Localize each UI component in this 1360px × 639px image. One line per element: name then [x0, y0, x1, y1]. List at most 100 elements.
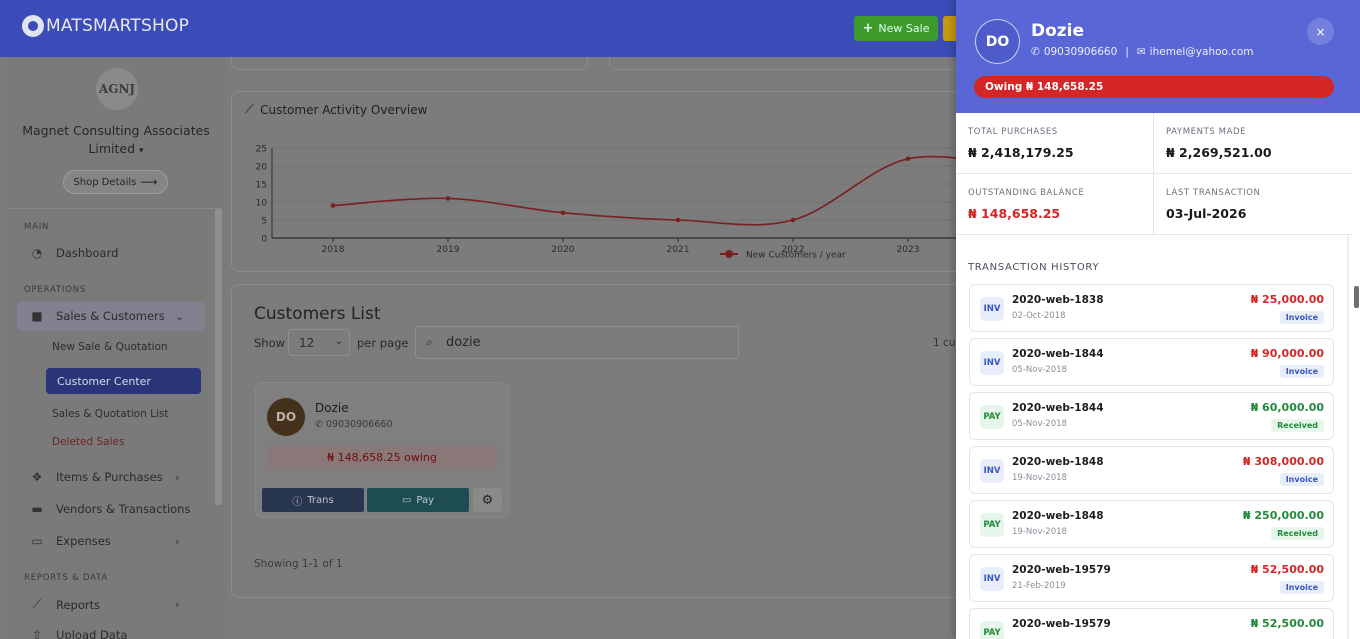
sidebar-item-label: Items & Purchases — [56, 470, 163, 484]
transaction-row[interactable]: INV 2020-web-19579 21-Feb-2019 ₦ 52,500.00 I… — [969, 554, 1334, 602]
transaction-row[interactable]: INV 2020-web-1848 19-Nov-2018 ₦ 308,000.00 I… — [969, 446, 1334, 494]
arrow-right-icon: ⟶ — [140, 175, 158, 189]
customer-phone: ✆ 09030906660 — [315, 419, 393, 430]
transaction-date: 02-Oct-2018 — [1012, 311, 1066, 321]
activity-chart-title: ⟋ Customer Activity Overview — [245, 102, 427, 117]
sidebar-item-reports[interactable]: ⟋ Reports — [30, 597, 100, 612]
transaction-date: 05-Nov-2018 — [1012, 419, 1067, 429]
customer-count-text: 1 cus — [933, 337, 957, 349]
sidebar-subitem-sales-quotation-list[interactable]: Sales & Quotation List — [52, 408, 169, 420]
phone-icon: ✆ — [315, 419, 323, 430]
chevron-right-icon[interactable]: › — [175, 471, 179, 484]
activity-title-text: Customer Activity Overview — [260, 102, 428, 117]
customer-search-input[interactable]: ⌕ dozie — [415, 326, 739, 359]
credit-card-icon: ▭ — [31, 534, 43, 548]
sidebar-item-expenses[interactable]: ▭ Expenses — [30, 534, 111, 548]
pay-button[interactable]: ▭ Pay — [367, 488, 469, 512]
transaction-row[interactable]: PAY 2020-web-1848 19-Nov-2018 ₦ 250,000.00 R… — [969, 500, 1334, 548]
transaction-ref: 2020-web-1848 — [1012, 510, 1104, 522]
new-sale-button[interactable]: + New Sale — [854, 16, 938, 41]
data-point — [445, 196, 451, 201]
transactions-button[interactable]: ⓘ Trans — [262, 488, 364, 512]
sidebar-item-label: Expenses — [56, 534, 111, 548]
transaction-type-tag: INV — [980, 459, 1004, 483]
transaction-row[interactable]: INV 2020-web-1844 05-Nov-2018 ₦ 90,000.00 In… — [969, 338, 1334, 386]
chevron-right-icon[interactable]: › — [175, 535, 179, 548]
sidebar-item-label: Reports — [56, 597, 101, 612]
stat-outstanding-balance: OUTSTANDING BALANCE ₦ 148,658.25 — [956, 174, 1154, 235]
sidebar-item-items-purchases[interactable]: ❖ Items & Purchases — [30, 470, 163, 484]
sidebar-item-label: Sales & Customers — [56, 309, 165, 323]
sidebar-subitem-customer-center[interactable]: Customer Center — [46, 368, 201, 394]
dashboard-icon: ◔ — [31, 246, 43, 260]
transaction-ref: 2020-web-1838 — [1012, 294, 1104, 306]
per-page-label: per page — [357, 336, 409, 350]
sidebar-item-vendors-transactions[interactable]: ▬ Vendors & Transactions — [30, 502, 190, 516]
per-page-select[interactable]: 12 ⌄ — [288, 329, 350, 356]
data-point — [560, 210, 566, 216]
transaction-date: 05-Nov-2018 — [1012, 365, 1067, 375]
transaction-ref: 2020-web-1844 — [1012, 348, 1104, 360]
data-point — [330, 203, 336, 208]
sidebar-item-label: Vendors & Transactions — [56, 502, 191, 516]
org-name-selector[interactable]: Magnet Consulting Associates Limited ▾ — [20, 122, 212, 160]
panel-scrollbar[interactable] — [1354, 286, 1359, 308]
section-reports: REPORTS & DATA — [24, 573, 109, 583]
sidebar-item-label: Dashboard — [56, 246, 119, 260]
transaction-history-title: TRANSACTION HISTORY — [968, 262, 1100, 273]
transaction-type-tag: INV — [980, 351, 1004, 375]
sidebar-item-dashboard[interactable]: ◔ Dashboard — [30, 246, 119, 260]
stat-last-transaction: LAST TRANSACTION 03-Jul-2026 — [1154, 174, 1352, 235]
sidebar-item-upload-data[interactable]: ⇧ Upload Data — [30, 628, 127, 639]
search-value: dozie — [446, 335, 481, 350]
upload-icon: ⇧ — [31, 628, 43, 639]
envelope-icon: ✉ — [1136, 46, 1146, 58]
transaction-amount: ₦ 60,000.00 — [1250, 401, 1324, 414]
sidebar-subitem-new-sale-quotation[interactable]: New Sale & Quotation — [52, 341, 168, 353]
sidebar-item-sales-customers[interactable]: ■ Sales & Customers — [30, 309, 165, 323]
data-point — [790, 217, 796, 223]
transaction-row[interactable]: PAY 2020-web-1844 05-Nov-2018 ₦ 60,000.00 Re… — [969, 392, 1334, 440]
gear-icon: ⚙ — [481, 492, 494, 508]
shop-details-label: Shop Details — [73, 176, 137, 188]
sidebar-divider — [8, 208, 215, 209]
x-tick-label: 2018 — [322, 245, 345, 255]
new-sale-label: New Sale — [878, 22, 930, 35]
transaction-amount: ₦ 250,000.00 — [1242, 509, 1324, 522]
phone-icon: ✆ — [1031, 46, 1040, 58]
transaction-row[interactable]: PAY 2020-web-19579 ₦ 52,500.00 — [969, 608, 1334, 639]
transaction-date: 19-Nov-2018 — [1012, 473, 1067, 483]
stats-divider — [1153, 113, 1154, 235]
panel-scroll-track — [1347, 235, 1349, 639]
panel-email[interactable]: ihemel@yahoo.com — [1150, 46, 1254, 58]
sidebar-subitem-deleted-sales[interactable]: Deleted Sales — [52, 436, 124, 448]
stat-value: ₦ 148,658.25 — [968, 206, 1061, 221]
y-tick-label: 10 — [256, 199, 268, 209]
customer-avatar: DO — [267, 398, 305, 436]
stat-label: PAYMENTS MADE — [1166, 127, 1247, 137]
transaction-amount: ₦ 90,000.00 — [1250, 347, 1324, 360]
transactions-label: Trans — [307, 494, 334, 506]
panel-customer-name: Dozie — [1031, 21, 1085, 41]
shop-details-button[interactable]: Shop Details ⟶ — [63, 170, 168, 194]
panel-avatar: DO — [975, 19, 1020, 64]
show-label: Show — [254, 336, 286, 350]
close-button[interactable]: × — [1307, 18, 1334, 45]
transaction-amount: ₦ 25,000.00 — [1250, 293, 1324, 306]
y-tick-label: 0 — [261, 235, 267, 245]
chevron-right-icon[interactable]: › — [175, 598, 179, 611]
transaction-type-tag: PAY — [980, 621, 1004, 639]
settings-button[interactable]: ⚙ — [473, 488, 502, 512]
data-point — [905, 156, 911, 162]
transaction-row[interactable]: INV 2020-web-1838 02-Oct-2018 ₦ 25,000.00 In… — [969, 284, 1334, 332]
transaction-type-tag: PAY — [980, 513, 1004, 537]
line-chart-icon: ⟋ — [32, 597, 42, 611]
chevron-down-icon[interactable]: ⌄ — [175, 310, 184, 323]
sidebar-scrollbar[interactable] — [215, 208, 222, 505]
stat-label: LAST TRANSACTION — [1166, 188, 1261, 198]
app-logo[interactable]: MATSMARTSHOP — [22, 15, 189, 37]
stat-label: OUTSTANDING BALANCE — [968, 188, 1085, 198]
series-line — [332, 155, 956, 226]
transaction-status-badge: Invoice — [1279, 473, 1324, 486]
customer-name[interactable]: Dozie — [315, 401, 349, 415]
